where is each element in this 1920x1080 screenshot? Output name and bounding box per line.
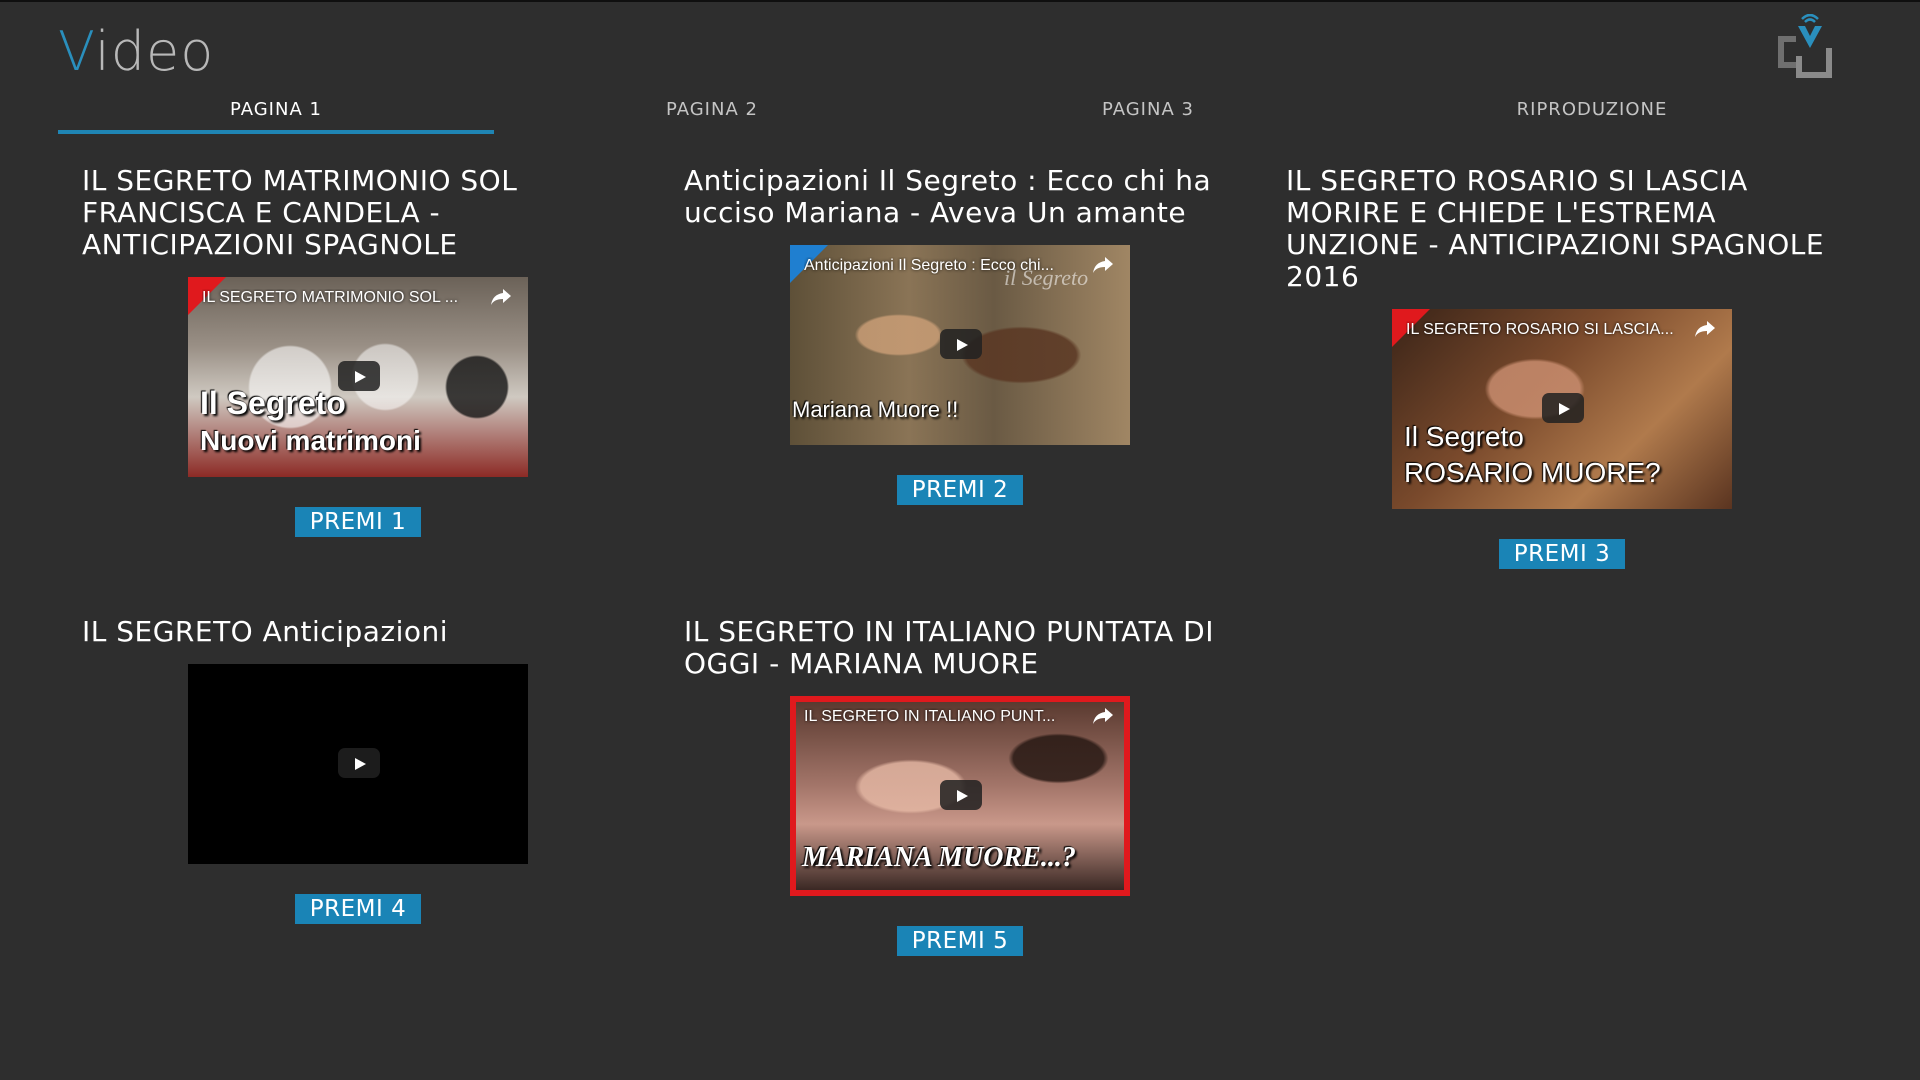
video-player[interactable]: IL SEGRETO MATRIMONIO SOL ... Il Segreto… [188, 277, 528, 477]
video-title: IL SEGRETO Anticipazioni [82, 615, 449, 648]
share-icon[interactable] [1694, 319, 1716, 339]
play-icon[interactable] [1542, 393, 1584, 423]
video-player[interactable] [188, 664, 528, 864]
share-icon[interactable] [1092, 706, 1114, 726]
top-border [0, 0, 1920, 2]
page-title: Video [58, 20, 214, 83]
video-card-3: IL SEGRETO ROSARIO SI LASCIA MORIRE E CH… [1286, 165, 1826, 569]
premi-1-button[interactable]: PREMI 1 [295, 507, 421, 537]
thumbnail-subcaption: ROSARIO MUORE? [1404, 457, 1661, 488]
video-embed-title: IL SEGRETO MATRIMONIO SOL ... [202, 289, 459, 306]
play-icon[interactable] [940, 329, 982, 359]
premi-2-button[interactable]: PREMI 2 [897, 475, 1023, 505]
premi-3-button[interactable]: PREMI 3 [1499, 539, 1625, 569]
tab-riproduzione[interactable]: RIPRODUZIONE [1366, 96, 1818, 130]
share-icon[interactable] [1092, 255, 1114, 275]
tab-pagina-1[interactable]: PAGINA 1 [58, 96, 494, 130]
thumbnail-caption: Il Segreto [200, 385, 346, 421]
tv-logo-icon [1778, 14, 1832, 78]
video-embed-title: IL SEGRETO IN ITALIANO PUNT... [804, 708, 1056, 725]
video-card-4: IL SEGRETO Anticipazioni PREMI 4 [82, 616, 622, 924]
video-player[interactable]: IL SEGRETO ROSARIO SI LASCIA... Il Segre… [1392, 309, 1732, 509]
video-card-1: IL SEGRETO MATRIMONIO SOL FRANCISCA E CA… [82, 165, 622, 537]
video-card-2: Anticipazioni Il Segreto : Ecco chi ha u… [684, 165, 1224, 505]
premi-5-button[interactable]: PREMI 5 [897, 926, 1023, 956]
tab-pagina-3[interactable]: PAGINA 3 [930, 96, 1366, 130]
premi-4-button[interactable]: PREMI 4 [295, 894, 421, 924]
tab-pagina-2[interactable]: PAGINA 2 [494, 96, 930, 130]
share-icon[interactable] [490, 287, 512, 307]
thumbnail-subcaption: Nuovi matrimoni [200, 425, 421, 456]
video-title: IL SEGRETO MATRIMONIO SOL FRANCISCA E CA… [82, 164, 518, 261]
video-title: IL SEGRETO IN ITALIANO PUNTATA DI OGGI -… [684, 615, 1214, 680]
play-icon[interactable] [338, 748, 380, 778]
thumbnail-caption: Il Segreto [1404, 421, 1524, 452]
video-player[interactable]: Anticipazioni Il Segreto : Ecco chi... i… [790, 245, 1130, 445]
video-embed-title: IL SEGRETO ROSARIO SI LASCIA... [1406, 321, 1674, 338]
play-icon[interactable] [940, 780, 982, 810]
page-title-initial: V [58, 20, 95, 83]
thumbnail-subcaption: Mariana Muore !! [792, 397, 959, 422]
video-card-5: IL SEGRETO IN ITALIANO PUNTATA DI OGGI -… [684, 616, 1224, 956]
active-tab-indicator [58, 130, 494, 134]
tab-bar: PAGINA 1 PAGINA 2 PAGINA 3 RIPRODUZIONE [58, 96, 1818, 136]
video-title: Anticipazioni Il Segreto : Ecco chi ha u… [684, 164, 1212, 229]
video-title: IL SEGRETO ROSARIO SI LASCIA MORIRE E CH… [1286, 164, 1825, 293]
thumbnail-watermark: il Segreto [1004, 265, 1089, 290]
thumbnail-subcaption: MARIANA MUORE...? [802, 842, 1076, 873]
video-player[interactable]: IL SEGRETO IN ITALIANO PUNT... MARIANA M… [790, 696, 1130, 896]
page-title-rest: ideo [94, 20, 215, 83]
